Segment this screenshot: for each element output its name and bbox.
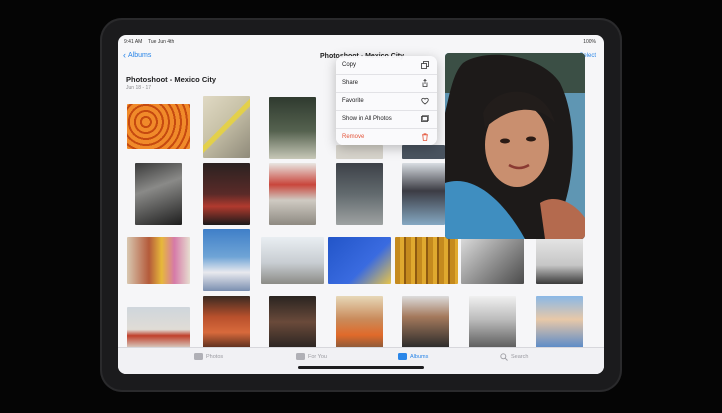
photo-thumbnail[interactable] (127, 104, 190, 149)
trash-icon (422, 133, 428, 141)
photo-thumbnail[interactable] (402, 145, 445, 159)
photo-thumbnail[interactable] (336, 145, 383, 159)
copy-icon (421, 61, 429, 69)
photo-thumbnail[interactable] (402, 163, 445, 225)
tab-search[interactable]: Search (500, 353, 528, 361)
photo-thumbnail[interactable] (269, 296, 316, 348)
photo-thumbnail[interactable] (336, 163, 383, 225)
menu-item-label: Favorite (342, 98, 364, 104)
photo-thumbnail[interactable] (536, 237, 583, 284)
menu-item-label: Copy (342, 62, 357, 68)
albums-tab-icon (398, 353, 407, 360)
tab-for-you[interactable]: For You (296, 353, 327, 360)
photo-thumbnail[interactable] (469, 296, 516, 348)
photo-thumbnail[interactable] (395, 237, 458, 284)
tab-photos[interactable]: Photos (194, 353, 223, 360)
photos-icon (421, 115, 429, 122)
photos-app-screen: 9:41 AM Tue Jun 4th 100% ‹ Albums Photos… (118, 35, 604, 374)
for-you-tab-icon (296, 353, 305, 360)
portrait-image (445, 53, 585, 239)
photo-thumbnail[interactable] (203, 96, 250, 158)
menu-item-favorite[interactable]: Favorite (336, 92, 437, 111)
photo-thumbnail[interactable] (269, 163, 316, 225)
photo-thumbnail[interactable] (261, 237, 324, 284)
menu-item-show-in-all-photos[interactable]: Show in All Photos (336, 110, 437, 129)
tab-albums[interactable]: Albums (398, 353, 428, 360)
photo-thumbnail[interactable] (203, 229, 250, 291)
photo-thumbnail[interactable] (402, 296, 449, 348)
photo-thumbnail[interactable] (203, 296, 250, 348)
heart-icon (421, 97, 429, 105)
photo-thumbnail[interactable] (328, 237, 391, 284)
search-icon (500, 353, 508, 361)
menu-item-share[interactable]: Share (336, 74, 437, 93)
home-indicator[interactable] (298, 366, 424, 369)
photo-thumbnail[interactable] (127, 307, 190, 348)
photo-thumbnail[interactable] (536, 296, 583, 348)
photo-thumbnail[interactable] (203, 163, 250, 225)
photo-thumbnail[interactable] (461, 237, 524, 284)
menu-item-copy[interactable]: Copy (336, 56, 437, 75)
photo-preview[interactable] (445, 53, 585, 239)
tab-label: Photos (206, 353, 224, 360)
share-icon (422, 79, 428, 87)
tab-bar: Photos For You Albums Search (118, 347, 604, 374)
photo-thumbnail[interactable] (135, 163, 182, 225)
photo-thumbnail[interactable] (336, 296, 383, 348)
menu-item-label: Show in All Photos (342, 116, 392, 122)
tab-label: Albums (410, 353, 429, 360)
context-menu: Copy Share Favorite Show in All Photos R… (336, 56, 437, 145)
photo-thumbnail[interactable] (127, 237, 190, 284)
menu-item-remove[interactable]: Remove (336, 128, 437, 145)
photo-thumbnail[interactable] (269, 97, 316, 159)
menu-item-label: Share (342, 80, 359, 86)
menu-item-label: Remove (342, 134, 365, 140)
tab-label: For You (308, 353, 327, 360)
photos-tab-icon (194, 353, 203, 360)
tab-label: Search (511, 354, 529, 360)
